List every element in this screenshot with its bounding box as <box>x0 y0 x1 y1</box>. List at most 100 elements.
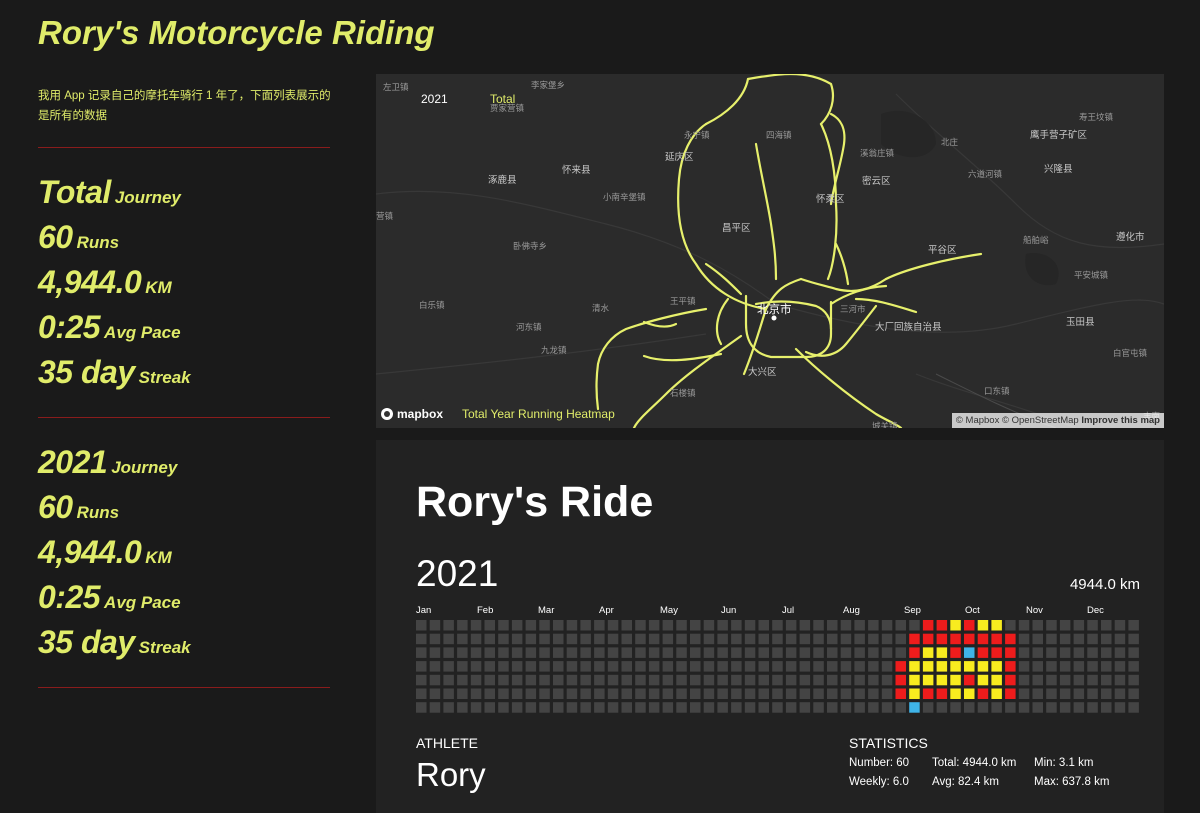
calendar-day-cell <box>525 647 537 658</box>
calendar-day-cell <box>717 688 728 699</box>
calendar-day-cell <box>895 620 906 631</box>
calendar-day-cell <box>457 620 468 631</box>
calendar-day-cell <box>854 661 865 672</box>
summary-2021[interactable]: 2021 Journey 60 Runs 4,944.0 KM 0:25 Avg Pac… <box>38 444 358 669</box>
calendar-day-cell <box>621 688 632 699</box>
calendar-day-cell <box>909 688 920 699</box>
attribution-text[interactable]: © Mapbox © OpenStreetMap <box>956 415 1079 426</box>
calendar-day-cell <box>635 647 646 658</box>
calendar-day-cell <box>676 633 687 645</box>
calendar-day-cell <box>854 702 865 713</box>
calendar-day-cell <box>758 647 769 658</box>
calendar-day-cell <box>827 647 838 658</box>
calendar-day-cell <box>498 620 509 631</box>
calendar-day-cell <box>854 674 865 686</box>
calendar-day-cell <box>772 688 783 699</box>
calendar-day-cell <box>785 702 797 713</box>
calendar-day-cell <box>895 674 906 686</box>
calendar-day-cell <box>977 633 989 645</box>
calendar-day-cell <box>772 702 783 713</box>
divider <box>38 417 330 418</box>
calendar-day-cell <box>1128 688 1139 699</box>
calendar-day-cell <box>1005 674 1016 686</box>
calendar-day-cell <box>703 674 715 686</box>
calendar-day-cell <box>1032 647 1043 658</box>
calendar-day-cell <box>854 620 865 631</box>
calendar-day-cell <box>416 633 427 645</box>
calendar-day-cell <box>964 620 975 631</box>
calendar-day-cell <box>813 674 824 686</box>
calendar-day-cell <box>457 633 468 645</box>
calendar-day-cell <box>703 620 715 631</box>
calendar-day-cell <box>607 688 619 699</box>
calendar-day-cell <box>635 674 646 686</box>
calendar-day-cell <box>594 688 605 699</box>
calendar-day-cell <box>868 633 879 645</box>
calendar-day-cell <box>799 688 811 699</box>
calendar-day-cell <box>429 661 441 672</box>
calendar-day-cell <box>909 647 920 658</box>
calendar-day-cell <box>511 702 523 713</box>
route-map[interactable]: 左卫镇 李家堡乡 贾家营镇 永宁镇 四海镇 寿王坟镇 鹰手营子矿区 北庄 溪翁庄… <box>376 74 1164 428</box>
calendar-day-cell <box>416 647 427 658</box>
map-year-filter[interactable]: 2021 <box>421 92 448 106</box>
calendar-day-cell <box>594 674 605 686</box>
calendar-grid <box>416 620 1146 716</box>
month-label: Nov <box>1026 605 1043 616</box>
calendar-day-cell <box>758 674 769 686</box>
calendar-day-cell <box>936 688 948 699</box>
calendar-day-cell <box>799 661 811 672</box>
calendar-day-cell <box>1073 688 1085 699</box>
calendar-day-cell <box>484 674 495 686</box>
calendar-day-cell <box>594 620 605 631</box>
calendar-day-cell <box>1059 674 1071 686</box>
calendar-day-cell <box>922 674 934 686</box>
calendar-day-cell <box>1032 674 1043 686</box>
calendar-day-cell <box>580 702 591 713</box>
calendar-day-cell <box>950 647 961 658</box>
calendar-day-cell <box>429 702 441 713</box>
calendar-day-cell <box>511 661 523 672</box>
calendar-day-cell <box>827 633 838 645</box>
calendar-day-cell <box>457 702 468 713</box>
calendar-day-cell <box>881 647 893 658</box>
map-total-filter[interactable]: Total <box>490 92 515 106</box>
calendar-day-cell <box>635 702 646 713</box>
improve-map-link[interactable]: Improve this map <box>1081 415 1160 426</box>
calendar-day-cell <box>553 702 564 713</box>
calendar-day-cell <box>690 633 701 645</box>
calendar-day-cell <box>443 688 454 699</box>
calendar-day-cell <box>621 661 632 672</box>
calendar-day-cell <box>470 674 482 686</box>
calendar-day-cell <box>840 702 852 713</box>
calendar-day-cell <box>854 633 865 645</box>
calendar-day-cell <box>621 702 632 713</box>
calendar-day-cell <box>539 702 550 713</box>
calendar-day-cell <box>950 661 961 672</box>
calendar-day-cell <box>525 661 537 672</box>
calendar-day-cell <box>772 620 783 631</box>
calendar-day-cell <box>799 647 811 658</box>
mapbox-logo-icon <box>381 408 393 420</box>
calendar-day-cell <box>813 647 824 658</box>
calendar-day-cell <box>539 647 550 658</box>
calendar-day-cell <box>470 702 482 713</box>
calendar-day-cell <box>1059 620 1071 631</box>
map-place-label: 平谷区 <box>928 245 957 256</box>
calendar-day-cell <box>964 688 975 699</box>
map-place-label: 延庆区 <box>665 152 694 163</box>
map-place-label: 河东镇 <box>516 322 542 332</box>
summary-streak: 35 day Streak <box>38 354 358 399</box>
calendar-day-cell <box>909 702 920 713</box>
calendar-day-cell <box>511 688 523 699</box>
mapbox-logo[interactable]: mapbox <box>381 407 443 421</box>
calendar-day-cell <box>635 688 646 699</box>
calendar-day-cell <box>580 647 591 658</box>
calendar-day-cell <box>662 661 674 672</box>
calendar-day-cell <box>772 633 783 645</box>
calendar-day-cell <box>936 661 948 672</box>
calendar-day-cell <box>539 674 550 686</box>
calendar-day-cell <box>922 688 934 699</box>
calendar-day-cell <box>1101 620 1112 631</box>
calendar-day-cell <box>621 633 632 645</box>
